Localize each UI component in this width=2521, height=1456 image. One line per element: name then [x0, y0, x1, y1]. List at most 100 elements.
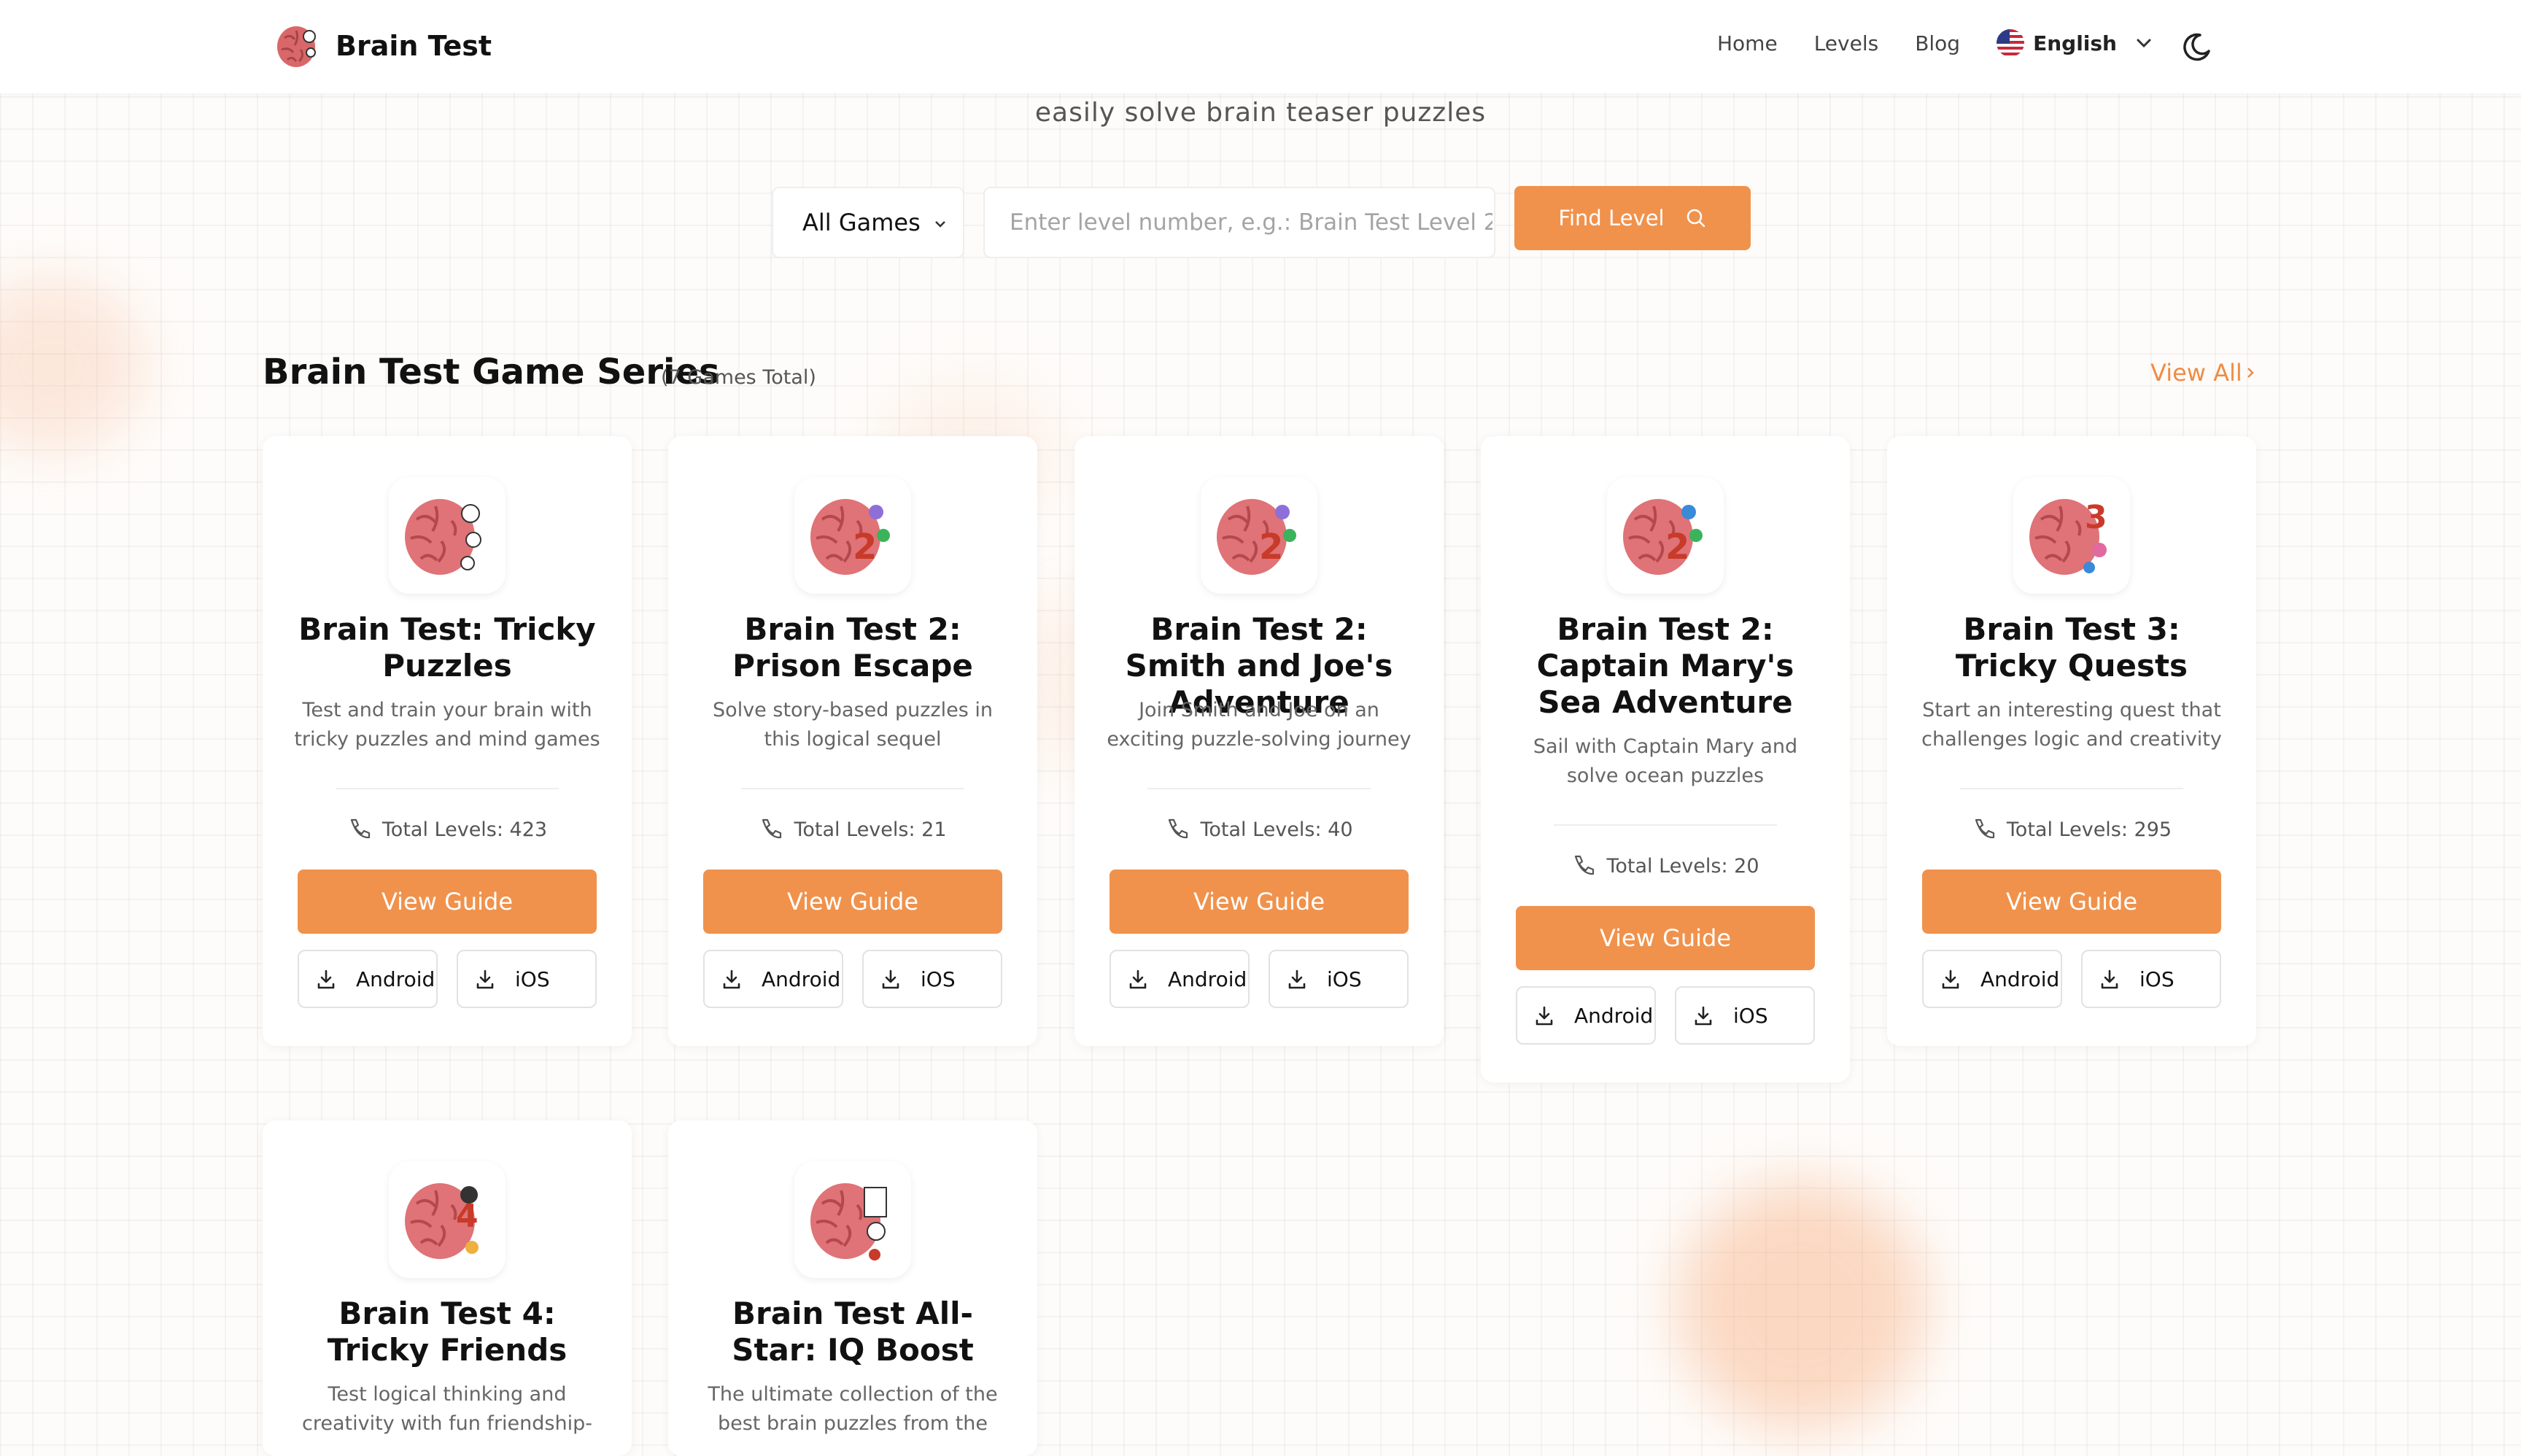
- download-icon: [1129, 969, 1147, 989]
- section-title: Brain Test Game Series: [263, 352, 720, 392]
- android-download-button[interactable]: Android: [1922, 950, 2062, 1008]
- ios-download-button[interactable]: iOS: [1269, 950, 1409, 1008]
- ios-download-button[interactable]: iOS: [862, 950, 1002, 1008]
- ios-download-button[interactable]: iOS: [1675, 986, 1815, 1045]
- brain-2-icon: 2: [1607, 477, 1724, 594]
- find-level-label: Find Level: [1558, 206, 1665, 231]
- view-guide-button[interactable]: View Guide: [703, 870, 1002, 934]
- card-description: Join Smith and Joe on an exciting puzzle…: [1107, 699, 1411, 751]
- decor-blob: [1678, 1182, 1926, 1430]
- android-label: Android: [762, 967, 841, 991]
- view-guide-button[interactable]: View Guide: [298, 870, 597, 934]
- games-count: (7 Games Total): [661, 366, 816, 389]
- download-icon: [1288, 969, 1306, 989]
- game-card: 2 Brain Test 2: Captain Mary's Sea Adven…: [1481, 436, 1850, 1083]
- total-levels: Total Levels: 21: [794, 818, 947, 841]
- level-search-input[interactable]: [983, 187, 1495, 258]
- us-flag-icon: [1997, 29, 2025, 57]
- download-icon: [2101, 969, 2118, 989]
- game-card: 2 Brain Test 2: Smith and Joe's Adventur…: [1074, 436, 1444, 1046]
- nav-blog[interactable]: Blog: [1915, 31, 1960, 55]
- svg-text:2: 2: [1259, 527, 1283, 568]
- brain-logo-icon: [277, 26, 316, 67]
- brain-puzzle-icon: [389, 477, 506, 594]
- game-card: 3 Brain Test 3: Tricky Quests Start an i…: [1887, 436, 2256, 1046]
- brand-title: Brain Test: [336, 30, 492, 62]
- download-icon: [882, 969, 899, 989]
- download-icon: [476, 969, 494, 989]
- card-description: Test and train your brain with tricky pu…: [294, 699, 600, 751]
- ios-label: iOS: [1733, 1003, 1768, 1028]
- brain-4-icon: 4: [389, 1161, 506, 1278]
- android-download-button[interactable]: Android: [1516, 986, 1656, 1045]
- brain-2-icon: 2: [794, 477, 911, 594]
- game-card: Brain Test: Tricky Puzzles Test and trai…: [263, 436, 632, 1046]
- card-levels: Total Levels: 21: [668, 817, 1037, 842]
- card-description: The ultimate collection of the best brai…: [708, 1383, 998, 1435]
- card-description: Sail with Captain Mary and solve ocean p…: [1533, 735, 1798, 787]
- language-label: English: [2033, 31, 2117, 55]
- find-level-button[interactable]: Find Level: [1514, 186, 1751, 250]
- android-download-button[interactable]: Android: [1110, 950, 1250, 1008]
- android-label: Android: [356, 967, 435, 991]
- ios-label: iOS: [2139, 967, 2175, 991]
- download-icon: [317, 969, 335, 989]
- card-title: Brain Test: Tricky Puzzles: [298, 611, 596, 684]
- total-levels: Total Levels: 40: [1200, 818, 1353, 841]
- ios-label: iOS: [515, 967, 550, 991]
- total-levels: Total Levels: 295: [2006, 818, 2172, 841]
- android-label: Android: [1574, 1003, 1654, 1028]
- total-levels: Total Levels: 20: [1606, 854, 1759, 878]
- view-guide-button[interactable]: View Guide: [1516, 906, 1815, 970]
- download-icon: [1942, 969, 1959, 989]
- android-download-button[interactable]: Android: [298, 950, 438, 1008]
- card-divider: [1960, 788, 2183, 789]
- brain-3-icon: 3: [2013, 477, 2130, 594]
- android-label: Android: [1168, 967, 1247, 991]
- logo-link[interactable]: Brain Test: [274, 20, 492, 71]
- svg-text:2: 2: [1665, 527, 1689, 568]
- brain-allstar-icon: [794, 1161, 911, 1278]
- view-guide-button[interactable]: View Guide: [1922, 870, 2221, 934]
- game-select-value: All Games: [802, 209, 921, 236]
- ios-label: iOS: [1327, 967, 1362, 991]
- card-description: Start an interesting quest that challeng…: [1921, 699, 2222, 751]
- decor-blob: [0, 277, 146, 452]
- svg-text:3: 3: [2085, 499, 2107, 536]
- card-levels: Total Levels: 295: [1887, 817, 2256, 842]
- card-description: Solve story-based puzzles in this logica…: [713, 699, 993, 751]
- game-card: Brain Test All-Star: IQ Boost The ultima…: [668, 1120, 1037, 1456]
- nav-levels[interactable]: Levels: [1814, 31, 1879, 55]
- android-download-button[interactable]: Android: [703, 950, 843, 1008]
- nav-home[interactable]: Home: [1717, 31, 1778, 55]
- view-all-link[interactable]: View All: [2150, 359, 2258, 387]
- ios-label: iOS: [921, 967, 956, 991]
- view-guide-button[interactable]: View Guide: [1110, 870, 1409, 934]
- card-divider: [1147, 788, 1371, 789]
- card-levels: Total Levels: 20: [1481, 853, 1850, 878]
- card-title: Brain Test 3: Tricky Quests: [1955, 611, 2188, 684]
- phone-icon: [1169, 818, 1188, 839]
- chevron-down-icon: [935, 221, 945, 228]
- hero-subtitle: easily solve brain teaser puzzles: [1034, 98, 1487, 128]
- total-levels: Total Levels: 423: [382, 818, 548, 841]
- svg-text:2: 2: [853, 527, 877, 568]
- language-selector[interactable]: English: [1997, 29, 2155, 57]
- game-select[interactable]: All Games: [772, 187, 964, 258]
- download-icon: [723, 969, 740, 989]
- card-title: Brain Test All-Star: IQ Boost: [732, 1296, 974, 1368]
- phone-icon: [350, 818, 370, 839]
- search-icon: [1687, 209, 1705, 228]
- site-header: Brain Test Home Levels Blog English: [0, 0, 2521, 93]
- card-title: Brain Test 2: Captain Mary's Sea Adventu…: [1536, 611, 1794, 720]
- phone-icon: [1575, 855, 1595, 875]
- game-card: 4 Brain Test 4: Tricky Friends Test logi…: [263, 1120, 632, 1456]
- moon-icon[interactable]: [2178, 29, 2213, 64]
- ios-download-button[interactable]: iOS: [457, 950, 597, 1008]
- ios-download-button[interactable]: iOS: [2081, 950, 2221, 1008]
- chevron-down-icon: [2137, 39, 2151, 48]
- card-divider: [1554, 824, 1777, 826]
- card-title: Brain Test 2: Prison Escape: [732, 611, 973, 684]
- android-label: Android: [1980, 967, 2060, 991]
- card-divider: [336, 788, 559, 789]
